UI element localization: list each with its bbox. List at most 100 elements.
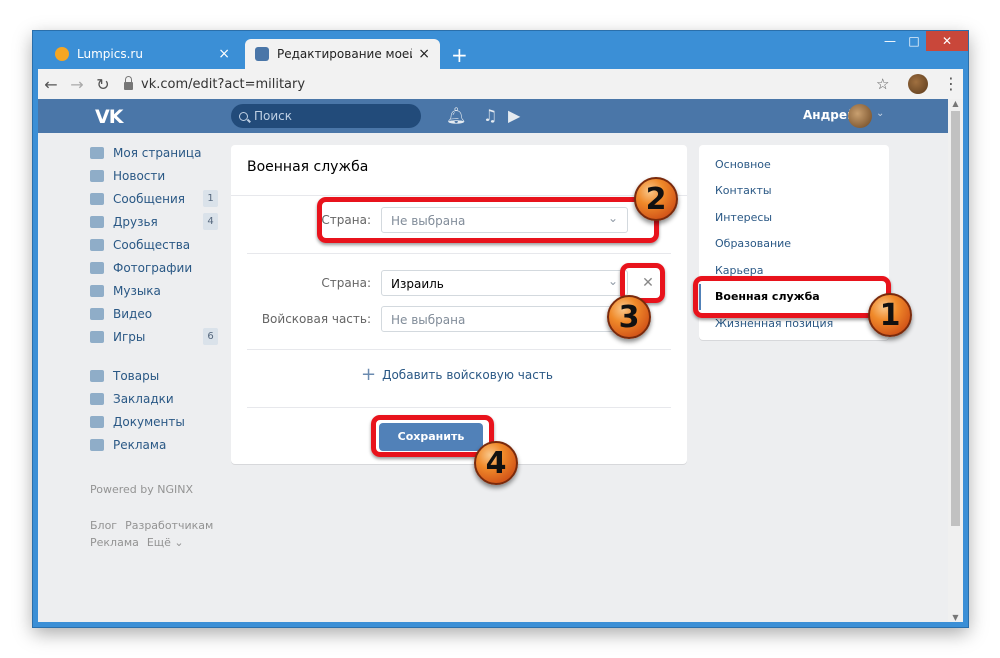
vk-logo[interactable]: VK	[95, 106, 123, 128]
communities-icon	[90, 238, 104, 251]
footer-ads-link[interactable]: Реклама	[90, 536, 139, 549]
footer-blog-link[interactable]: Блог	[90, 519, 117, 532]
news-icon	[90, 169, 104, 182]
select-value: Израиль	[391, 277, 444, 291]
menu-label: Фотографии	[113, 260, 193, 275]
tab-close-icon[interactable]: ×	[418, 46, 430, 62]
callout-badge-1: 1	[868, 293, 912, 337]
close-window-button[interactable]: ✕	[926, 31, 968, 51]
menu-label: Игры	[113, 329, 146, 344]
video-icon	[90, 307, 104, 320]
nav-item-basic[interactable]: Основное	[699, 151, 889, 178]
music-note-icon[interactable]: ♫	[483, 106, 497, 125]
search-input[interactable]: Поиск	[231, 104, 421, 128]
menu-item-friends[interactable]: Друзья 4	[90, 210, 220, 233]
forward-arrow-icon[interactable]: →	[64, 75, 90, 94]
browser-window: Lumpics.ru × Редактирование моей страниц…	[33, 31, 968, 627]
vk-favicon-icon	[255, 47, 269, 61]
left-menu: Моя страница Новости Сообщения 1 Друзья 4 …	[90, 141, 220, 456]
scroll-down-icon[interactable]: ▼	[948, 613, 963, 622]
search-icon	[239, 111, 248, 121]
callout-badge-2: 2	[634, 177, 678, 221]
menu-label: Видео	[113, 306, 153, 321]
footer-more-link[interactable]: Ещё ⌄	[147, 536, 184, 549]
plus-icon: +	[361, 364, 377, 385]
select-value: Не выбрана	[391, 313, 466, 327]
unit-select[interactable]: Не выбрана	[381, 306, 628, 332]
bookmark-star-icon[interactable]: ☆	[876, 75, 889, 93]
add-unit-link[interactable]: + Добавить войсковую часть	[361, 364, 553, 385]
menu-label: Сообщества	[113, 237, 191, 252]
reload-icon[interactable]: ↻	[90, 75, 116, 94]
url-text: vk.com/edit?act=military	[141, 76, 306, 92]
tab-title: Lumpics.ru	[77, 47, 143, 61]
highlight-save-button	[371, 415, 494, 457]
tab-close-icon[interactable]: ×	[218, 46, 230, 62]
menu-item-music[interactable]: Музыка	[90, 279, 220, 302]
minimize-button[interactable]: —	[878, 31, 902, 51]
menu-item-my-page[interactable]: Моя страница	[90, 141, 220, 164]
scroll-up-icon[interactable]: ▲	[948, 99, 963, 108]
nav-item-contacts[interactable]: Контакты	[699, 178, 889, 205]
browser-toolbar: ← → ↻ vk.com/edit?act=military ☆ ⋮	[38, 69, 963, 99]
menu-label: Сообщения	[113, 191, 186, 206]
count-badge: 4	[203, 213, 218, 230]
menu-label: Моя страница	[113, 145, 202, 160]
bell-icon[interactable]: 🔔︎	[446, 106, 466, 125]
home-icon	[90, 146, 104, 159]
menu-item-news[interactable]: Новости	[90, 164, 220, 187]
menu-item-communities[interactable]: Сообщества	[90, 233, 220, 256]
lock-icon	[124, 76, 133, 90]
country-select-2[interactable]: Израиль ⌄	[381, 270, 628, 296]
add-unit-label: Добавить войсковую часть	[382, 368, 553, 382]
menu-item-bookmarks[interactable]: Закладки	[90, 387, 220, 410]
nav-item-education[interactable]: Образование	[699, 231, 889, 258]
tab-vk-edit[interactable]: Редактирование моей страницы ×	[245, 39, 440, 69]
highlight-military-nav	[693, 276, 891, 318]
menu-label: Друзья	[113, 214, 158, 229]
star-icon	[90, 392, 104, 405]
address-bar[interactable]: vk.com/edit?act=military	[124, 72, 864, 96]
powered-by: Powered by NGINX	[90, 483, 194, 496]
tab-lumpics[interactable]: Lumpics.ru ×	[45, 39, 240, 69]
tab-title: Редактирование моей страницы	[277, 47, 412, 61]
callout-badge-4: 4	[474, 441, 518, 485]
scroll-thumb[interactable]	[951, 111, 960, 526]
divider	[247, 253, 671, 254]
menu-kebab-icon[interactable]: ⋮	[943, 74, 959, 93]
menu-item-video[interactable]: Видео	[90, 302, 220, 325]
maximize-button[interactable]: □	[902, 31, 926, 51]
music-icon	[90, 284, 104, 297]
page-viewport: VK Поиск 🔔︎ ♫ ▶ Андрей ⌄ Моя страница Но…	[38, 99, 963, 622]
back-arrow-icon[interactable]: ←	[38, 75, 64, 94]
footer-devs-link[interactable]: Разработчикам	[125, 519, 213, 532]
messages-icon	[90, 192, 104, 205]
nav-item-interests[interactable]: Интересы	[699, 204, 889, 231]
highlight-country-select	[317, 197, 659, 243]
divider	[231, 195, 687, 196]
scrollbar[interactable]: ▲ ▼	[948, 99, 963, 622]
menu-label: Документы	[113, 414, 185, 429]
document-icon	[90, 415, 104, 428]
menu-item-documents[interactable]: Документы	[90, 410, 220, 433]
menu-item-photos[interactable]: Фотографии	[90, 256, 220, 279]
menu-item-messages[interactable]: Сообщения 1	[90, 187, 220, 210]
megaphone-icon	[90, 438, 104, 451]
lumpics-favicon-icon	[55, 47, 69, 61]
menu-item-goods[interactable]: Товары	[90, 364, 220, 387]
chevron-down-icon[interactable]: ⌄	[876, 108, 884, 119]
unit-label: Войсковая часть:	[261, 312, 371, 326]
menu-item-ads[interactable]: Реклама	[90, 433, 220, 456]
avatar[interactable]	[848, 104, 872, 128]
tab-strip: Lumpics.ru × Редактирование моей страниц…	[33, 31, 968, 69]
profile-avatar[interactable]	[908, 74, 928, 94]
chevron-down-icon: ⌄	[607, 274, 618, 288]
play-icon[interactable]: ▶	[508, 106, 520, 125]
country-label: Страна:	[321, 276, 371, 290]
new-tab-button[interactable]: +	[451, 43, 468, 67]
menu-label: Музыка	[113, 283, 161, 298]
page-title: Военная служба	[247, 159, 369, 175]
count-badge: 6	[203, 328, 218, 345]
divider	[247, 407, 671, 408]
menu-item-games[interactable]: Игры 6	[90, 325, 220, 348]
